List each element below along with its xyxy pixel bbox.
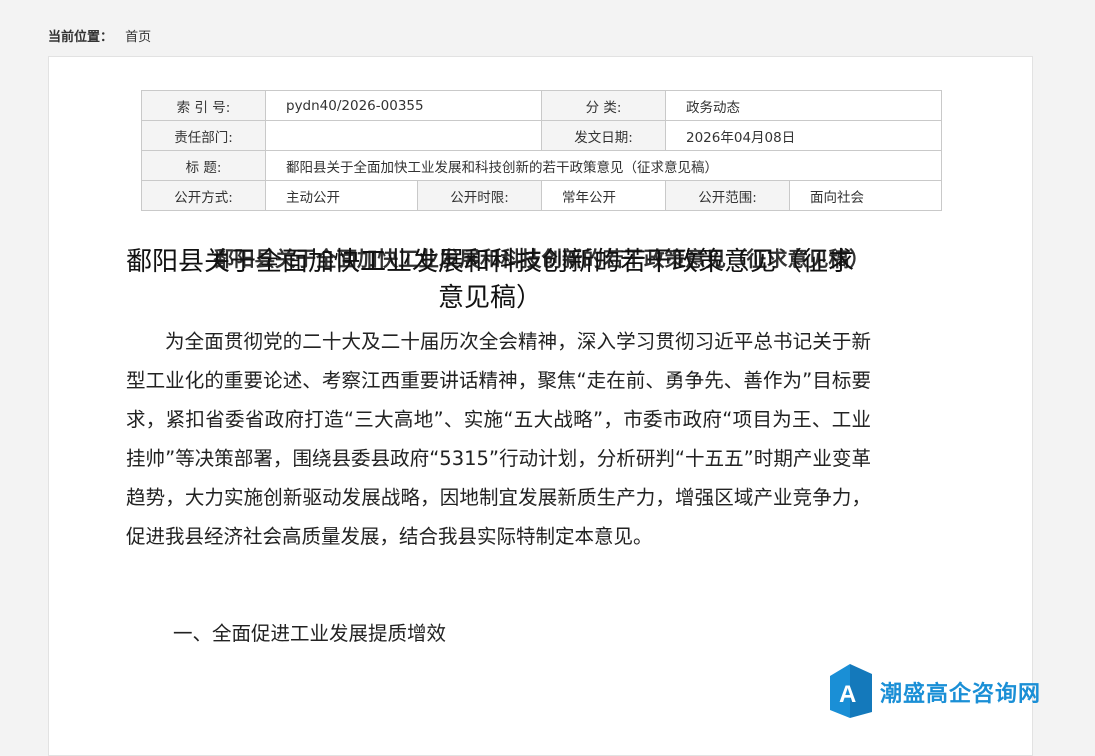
metadata-table: 索 引 号: pydn40/2026-00355 分 类: 政务动态 责任部门:… bbox=[141, 90, 942, 211]
body-paragraph: 为全面贯彻党的二十大及二十届历次全会精神，深入学习贯彻习近平总书记关于新型工业化… bbox=[126, 330, 871, 548]
scope-value: 面向社会 bbox=[789, 180, 942, 211]
title-value: 鄱阳县关于全面加快工业发展和科技创新的若干政策意见（征求意见稿） bbox=[265, 150, 942, 181]
title-label: 标 题: bbox=[141, 150, 266, 181]
category-label: 分 类: bbox=[541, 90, 666, 121]
metadata-row: 责任部门: 发文日期: 2026年04月08日 bbox=[141, 120, 942, 151]
svg-text:A: A bbox=[839, 681, 856, 708]
department-label: 责任部门: bbox=[141, 120, 266, 151]
category-value: 政务动态 bbox=[665, 90, 942, 121]
body-title: 鄱阳县关于全面加快工业发展和科技创新的若干政策意见（征求意见稿） bbox=[125, 247, 854, 313]
watermark: A 潮盛高企咨询网 bbox=[828, 662, 1093, 722]
watermark-logo-icon: A bbox=[830, 664, 872, 718]
breadcrumb-label: 当前位置： bbox=[48, 30, 114, 45]
department-value bbox=[265, 120, 542, 151]
metadata-row: 索 引 号: pydn40/2026-00355 分 类: 政务动态 bbox=[141, 90, 942, 121]
period-label: 公开时限: bbox=[417, 180, 542, 211]
breadcrumb: 当前位置： 首页 bbox=[48, 26, 151, 45]
disclosure-label: 公开方式: bbox=[141, 180, 266, 211]
date-value: 2026年04月08日 bbox=[665, 120, 942, 151]
metadata-row: 标 题: 鄱阳县关于全面加快工业发展和科技创新的若干政策意见（征求意见稿） bbox=[141, 150, 942, 181]
index-label: 索 引 号: bbox=[141, 90, 266, 121]
scope-label: 公开范围: bbox=[665, 180, 790, 211]
section-heading: 一、全面促进工业发展提质增效 bbox=[173, 622, 447, 645]
index-value: pydn40/2026-00355 bbox=[265, 90, 542, 121]
date-label: 发文日期: bbox=[541, 120, 666, 151]
period-value: 常年公开 bbox=[541, 180, 666, 211]
metadata-row: 公开方式: 主动公开 公开时限: 常年公开 公开范围: 面向社会 bbox=[141, 180, 942, 211]
watermark-text: 潮盛高企咨询网 bbox=[880, 681, 1042, 707]
disclosure-value: 主动公开 bbox=[265, 180, 418, 211]
breadcrumb-home-link[interactable]: 首页 bbox=[125, 30, 151, 45]
